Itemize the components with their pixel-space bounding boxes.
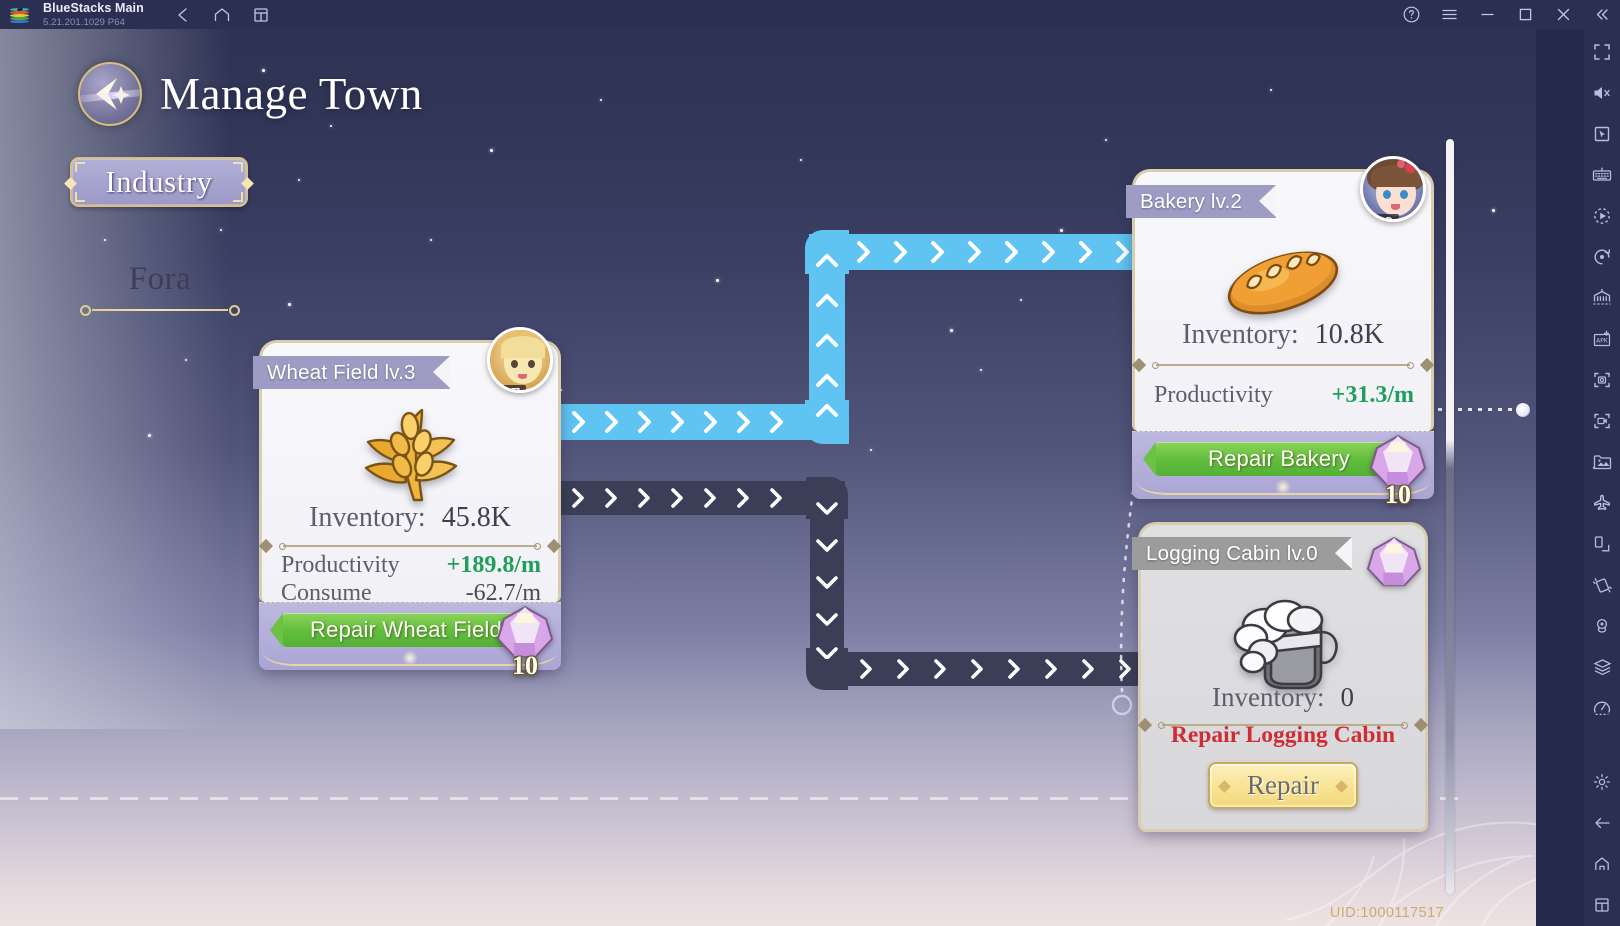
inventory-label: Inventory: [1212,682,1325,712]
gem-cost: 10 [512,651,538,680]
window-title-group: BlueStacks Main 5.21.201.1029 P64 [43,2,144,27]
page-header: Manage Town [78,62,423,126]
sparkle-arrow-icon [78,62,142,126]
svg-text:APK: APK [1596,337,1608,345]
building-name-ribbon: Bakery lv.2 [1126,185,1277,218]
repair-wheat-field-button[interactable]: Repair Wheat Field [270,613,529,647]
minimize-icon[interactable] [1476,4,1498,26]
uid-text: UID:1000117517 [1329,905,1444,921]
gem-icon[interactable]: 10 [496,605,554,680]
building-name: Logging Cabin lv.0 [1146,541,1318,565]
stat-label: Productivity [1154,382,1273,408]
inventory-label: Inventory: [1182,319,1299,350]
inventory-row: Inventory: 0 [1138,682,1428,713]
repair-logging-cabin-button[interactable]: Repair [1208,762,1358,809]
screenshot-icon[interactable] [1587,365,1617,395]
stat-row: Productivity +189.8/m [281,552,541,579]
install-apk-icon[interactable]: APK [1587,324,1617,354]
worker-avatar[interactable]: lv.30 [1360,156,1426,222]
location-icon[interactable] [1587,611,1617,641]
building-card-bakery[interactable]: Bakery lv.2 lv.30 [1126,156,1435,509]
repair-button-label: Repair [1247,770,1319,800]
record-icon[interactable] [1587,242,1617,272]
repair-label: Repair Wheat Field [310,617,502,642]
beer-mug-glyph [1233,599,1338,690]
stat-label: Productivity [281,552,400,578]
building-card-wheat-field[interactable]: Wheat Field lv.3 lv.47 [253,327,562,680]
bluestacks-logo-icon [8,2,34,28]
close-icon[interactable] [1552,4,1574,26]
gem-cost: 10 [1385,480,1411,509]
back-icon[interactable] [1587,808,1617,838]
wheat-glyph [364,408,458,502]
fullscreen-icon[interactable] [1587,37,1617,67]
screen-record-icon[interactable] [1587,406,1617,436]
gem-icon [1366,536,1422,588]
recent-apps-icon[interactable] [1587,890,1617,920]
game-viewport[interactable]: Manage Town Industry Fora Wheat Field lv… [0,29,1536,926]
repair-warning-text: Repair Logging Cabin [1170,722,1396,748]
inventory-value: 10.8K [1314,319,1384,350]
building-name: Wheat Field lv.3 [267,360,416,384]
tab-industry[interactable]: Industry [64,157,254,207]
macro-play-icon[interactable] [1587,201,1617,231]
keyboard-icon[interactable] [1587,160,1617,190]
wheat-icon [259,404,561,513]
window-controls [1400,0,1612,29]
settings-gear-icon[interactable] [1587,767,1617,797]
multi-instance-icon[interactable] [250,4,272,26]
inventory-row: Inventory: 45.8K [259,502,561,534]
building-name-ribbon: Wheat Field lv.3 [253,356,450,389]
media-manager-icon[interactable] [1587,447,1617,477]
building-name: Bakery lv.2 [1140,189,1243,213]
window-version: 5.21.201.1029 P64 [43,16,125,28]
region-divider [78,304,242,316]
bread-glyph [1227,251,1339,315]
help-icon[interactable] [1400,4,1422,26]
performance-icon[interactable] [1587,693,1617,723]
repair-label: Repair Bakery [1208,446,1350,471]
volume-mute-icon[interactable] [1587,78,1617,108]
multi-instance-manager-icon[interactable] [1587,283,1617,313]
inventory-value: 0 [1340,682,1354,712]
tab-diamond-left-icon [64,177,77,190]
region-name: Fora [128,261,192,297]
bluestacks-sidebar: APK [1584,29,1620,926]
window-titlebar: BlueStacks Main 5.21.201.1029 P64 [0,0,1620,29]
repair-bakery-button[interactable]: Repair Bakery [1143,442,1402,476]
maximize-icon[interactable] [1514,4,1536,26]
tab-industry-label: Industry [105,164,213,199]
rotate-screen-icon[interactable] [1587,529,1617,559]
page-title: Manage Town [160,69,423,119]
building-name-ribbon: Logging Cabin lv.0 [1132,537,1352,570]
home-icon[interactable] [211,4,233,26]
back-icon[interactable] [172,4,194,26]
stat-value: +31.3/m [1331,382,1414,408]
pointer-icon[interactable] [1587,119,1617,149]
home-icon[interactable] [1587,849,1617,879]
worker-avatar[interactable]: lv.47 [487,327,553,393]
collapse-icon[interactable] [1590,4,1612,26]
vertical-scrollbar[interactable] [1446,139,1454,894]
menu-icon[interactable] [1438,4,1460,26]
stat-value: +189.8/m [446,552,541,578]
inventory-value: 45.8K [441,502,511,533]
tab-diamond-right-icon [241,177,254,190]
inventory-row: Inventory: 10.8K [1132,319,1434,351]
region-label-group: Fora [78,261,242,316]
card-divider [1131,357,1435,373]
stat-row: Productivity +31.3/m [1154,382,1414,409]
shake-icon[interactable] [1587,570,1617,600]
inventory-label: Inventory: [309,502,426,533]
building-card-logging-cabin[interactable]: Logging Cabin lv.0 Inventory: 0 Repair L… [1132,522,1429,832]
gem-glyph [1366,536,1422,587]
card-divider [258,538,562,554]
layers-icon[interactable] [1587,652,1617,682]
bluestacks-window: BlueStacks Main 5.21.201.1029 P64 Manage… [0,0,1620,926]
gem-icon[interactable]: 10 [1369,434,1427,509]
titlebar-nav-group [172,4,272,26]
airplane-mode-icon[interactable] [1587,488,1617,518]
window-app-name: BlueStacks Main [43,1,144,15]
